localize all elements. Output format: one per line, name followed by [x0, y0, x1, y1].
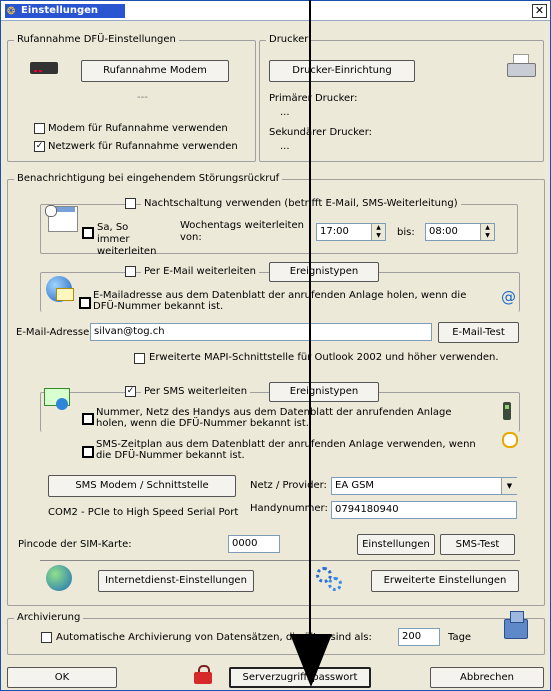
sms-envelope-icon — [44, 388, 70, 410]
email-checkbox[interactable] — [125, 266, 136, 277]
email-globe-icon — [46, 276, 74, 302]
notification-group: Benachrichtigung bei eingehendem Störung… — [7, 173, 545, 606]
modem-status: --- — [137, 92, 148, 103]
sms-number-label: Nummer, Netz des Handys aus dem Datenbla… — [96, 407, 452, 429]
calendar-icon — [45, 205, 78, 232]
email-label: Per E-Mail weiterleiten — [141, 266, 259, 277]
dfu-group: Rufannahme DFÜ-Einstellungen Rufannahme … — [7, 34, 256, 162]
network-checkbox-label: Netzwerk für Rufannahme verwenden — [48, 141, 238, 152]
notification-legend: Benachrichtigung bei eingehendem Störung… — [14, 173, 283, 184]
modem-checkbox-label: Modem für Rufannahme verwenden — [48, 123, 228, 134]
sms-number-checkbox[interactable] — [82, 413, 94, 425]
clock-icon — [502, 432, 518, 448]
app-icon: ❂ — [7, 6, 16, 17]
internet-globe-icon — [46, 565, 72, 591]
lock-icon — [194, 665, 212, 685]
archive-folder-icon — [502, 611, 528, 639]
archive-days-unit: Tage — [448, 632, 472, 643]
sms-label: Per SMS weiterleiten — [141, 386, 251, 397]
window-title: ❂ Einstellungen — [5, 4, 125, 18]
internet-settings-button[interactable]: Internetdienst-Einstellungen — [98, 570, 254, 592]
time-to-label: bis: — [397, 227, 415, 238]
time-from-spinner[interactable]: ▲ ▼ — [371, 224, 385, 240]
title-bar[interactable]: ❂ Einstellungen ✕ — [1, 1, 550, 21]
advanced-settings-button[interactable]: Erweiterte Einstellungen — [371, 570, 519, 592]
weekend-checkbox[interactable] — [82, 227, 94, 239]
bottom-divider — [40, 560, 520, 561]
pin-label: Pincode der SIM-Karte: — [18, 539, 132, 550]
ok-button[interactable]: OK — [7, 667, 117, 688]
sms-modem-button[interactable]: SMS Modem / Schnittstelle — [48, 475, 236, 497]
network-checkbox[interactable]: ✓ — [34, 141, 45, 152]
phone-input[interactable]: 0794180940 — [331, 501, 517, 519]
modem-icon — [30, 62, 58, 74]
archive-checkbox[interactable] — [41, 632, 52, 643]
pin-input[interactable]: 0000 — [228, 535, 280, 553]
email-datasheet-label: E-Mailadresse aus dem Datenblatt der anr… — [93, 290, 467, 312]
sms-port-label: COM2 - PCIe to High Speed Serial Port — [48, 507, 239, 518]
close-button[interactable]: ✕ — [532, 4, 547, 18]
modem-checkbox[interactable] — [34, 123, 45, 134]
email-datasheet-checkbox[interactable] — [79, 297, 91, 309]
at-icon: @ — [501, 288, 516, 306]
email-address-input[interactable]: silvan@tog.ch — [90, 323, 432, 341]
cursor-arrow-icon — [290, 0, 332, 687]
night-switch-checkbox[interactable] — [125, 198, 136, 209]
phone-icon — [503, 402, 511, 420]
sms-settings-button[interactable]: Einstellungen — [357, 534, 435, 555]
email-address-label: E-Mail-Adresse: — [16, 327, 93, 338]
provider-dropdown-arrow[interactable]: ▼ — [501, 478, 517, 494]
mapi-checkbox[interactable] — [134, 353, 145, 364]
cancel-button[interactable]: Abbrechen — [430, 667, 544, 688]
sms-schedule-checkbox[interactable] — [82, 446, 94, 458]
settings-window: ❂ Einstellungen ✕ Rufannahme DFÜ-Einstel… — [0, 0, 551, 691]
sms-checkbox[interactable]: ✓ — [125, 386, 136, 397]
time-to-spinner[interactable]: ▲ ▼ — [480, 224, 494, 240]
weekend-label: Sa, So immer weiterleiten — [97, 222, 157, 257]
email-test-button[interactable]: E-Mail-Test — [438, 322, 519, 343]
dfu-legend: Rufannahme DFÜ-Einstellungen — [14, 34, 179, 45]
archive-days-input[interactable]: 200 — [398, 628, 440, 646]
modem-button[interactable]: Rufannahme Modem — [81, 60, 229, 82]
provider-select[interactable]: EA GSM — [331, 477, 517, 495]
window-title-text: Einstellungen — [21, 5, 99, 16]
sms-test-button[interactable]: SMS-Test — [440, 534, 515, 555]
archive-group: Archivierung Automatische Archivierung v… — [7, 611, 545, 655]
printer-icon — [507, 54, 536, 78]
archive-legend: Archivierung — [14, 612, 84, 623]
